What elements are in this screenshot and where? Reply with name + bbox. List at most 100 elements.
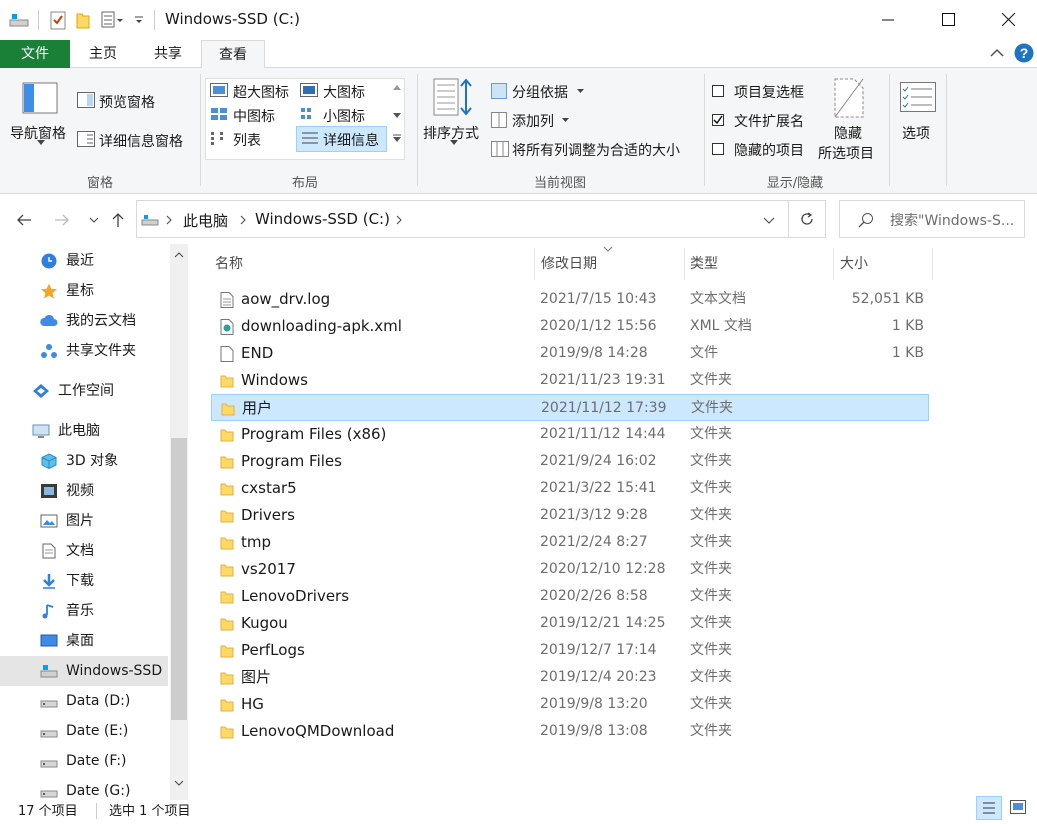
hidden-items-label[interactable]: 隐藏的项目: [734, 140, 804, 160]
details-pane-button[interactable]: 详细信息窗格: [99, 131, 183, 151]
quick-access-dropdown-icon[interactable]: [134, 15, 144, 25]
breadcrumb-drive[interactable]: Windows-SSD (C:): [255, 210, 390, 228]
table-row[interactable]: tmp 2021/2/24 8:27 文件夹: [211, 529, 929, 556]
nav-item-3d[interactable]: 3D 对象: [0, 446, 168, 476]
search-input[interactable]: 搜索"Windows-S...: [890, 210, 1014, 230]
navigation-pane-icon[interactable]: [22, 82, 58, 114]
layout-scroll-down-icon[interactable]: [393, 113, 401, 118]
item-checkboxes-label[interactable]: 项目复选框: [734, 82, 804, 102]
layout-more-icon[interactable]: [393, 134, 401, 142]
nav-item-data-d[interactable]: Data (D:): [0, 686, 168, 716]
table-row[interactable]: Windows 2021/11/23 19:31 文件夹: [211, 367, 929, 394]
layout-medium-icons[interactable]: 中图标: [233, 106, 275, 126]
tab-view[interactable]: 查看: [201, 40, 265, 69]
options-button[interactable]: 选项: [902, 123, 930, 143]
maximize-icon[interactable]: [942, 13, 955, 26]
nav-item-[interactable]: 工作空间: [0, 376, 168, 406]
file-extensions-label[interactable]: 文件扩展名: [734, 111, 804, 131]
large-icons-view-icon[interactable]: [1010, 800, 1026, 814]
collapse-ribbon-icon[interactable]: [990, 48, 1004, 58]
nav-item-[interactable]: 此电脑: [0, 416, 168, 446]
dropdown-arrow-icon[interactable]: [577, 89, 584, 93]
layout-list[interactable]: 列表: [233, 130, 261, 150]
layout-scroll-up-icon[interactable]: [393, 85, 401, 90]
scroll-down-icon[interactable]: [174, 780, 184, 786]
new-folder-icon[interactable]: [76, 11, 90, 29]
table-row[interactable]: PerfLogs 2019/12/7 17:14 文件夹: [211, 637, 929, 664]
column-header-name[interactable]: 名称: [215, 248, 243, 280]
refresh-icon[interactable]: [799, 211, 815, 227]
breadcrumb-this-pc[interactable]: 此电脑: [183, 210, 228, 231]
layout-large-icons[interactable]: 大图标: [323, 82, 365, 102]
tab-file[interactable]: 文件: [0, 40, 70, 68]
nav-item-[interactable]: 星标: [0, 276, 168, 306]
details-view-icon: [302, 132, 318, 144]
up-arrow-icon[interactable]: [111, 212, 125, 228]
nav-item-[interactable]: 下载: [0, 566, 168, 596]
nav-item-[interactable]: 桌面: [0, 626, 168, 656]
layout-extra-large-icons[interactable]: 超大图标: [233, 82, 289, 102]
group-by-button[interactable]: 分组依据: [512, 82, 568, 102]
table-row[interactable]: 图片 2019/12/4 20:23 文件夹: [211, 664, 929, 691]
recent-locations-icon[interactable]: [89, 217, 99, 223]
details-view-toggle[interactable]: [976, 796, 1002, 820]
help-icon[interactable]: ?: [1014, 43, 1034, 63]
table-row[interactable]: Kugou 2019/12/21 14:25 文件夹: [211, 610, 929, 637]
add-column-button[interactable]: 添加列: [512, 111, 554, 131]
table-row[interactable]: 用户 2021/11/12 17:39 文件夹: [211, 394, 929, 421]
hide-selected-button-line2[interactable]: 所选项目: [818, 143, 874, 163]
nav-item-[interactable]: 音乐: [0, 596, 168, 626]
nav-item-[interactable]: 共享文件夹: [0, 336, 168, 366]
item-checkboxes-checkbox[interactable]: [712, 85, 724, 97]
preview-pane-button[interactable]: 预览窗格: [99, 92, 155, 112]
nav-item-[interactable]: 文档: [0, 536, 168, 566]
table-row[interactable]: aow_drv.log 2021/7/15 10:43 文本文档 52,051 KB: [211, 286, 929, 313]
chevron-right-icon[interactable]: [396, 215, 402, 225]
address-bar[interactable]: 此电脑 Windows-SSD (C:): [136, 200, 826, 238]
hidden-items-checkbox[interactable]: [712, 143, 724, 155]
tab-home[interactable]: 主页: [72, 40, 134, 68]
chevron-right-icon[interactable]: [166, 215, 172, 225]
nav-item-[interactable]: 图片: [0, 506, 168, 536]
address-history-icon[interactable]: [763, 217, 775, 224]
layout-small-icons[interactable]: 小图标: [323, 106, 365, 126]
nav-item-[interactable]: 视频: [0, 476, 168, 506]
file-extensions-checkbox[interactable]: [712, 114, 724, 126]
table-row[interactable]: vs2017 2020/12/10 12:28 文件夹: [211, 556, 929, 583]
customize-toolbar-icon[interactable]: [101, 11, 125, 29]
table-row[interactable]: downloading-apk.xml 2020/1/12 15:56 XML 文档…: [211, 313, 929, 340]
fit-columns-button[interactable]: 将所有列调整为合适的大小: [512, 140, 680, 160]
search-box[interactable]: 搜索"Windows-S...: [839, 200, 1025, 238]
dropdown-arrow-icon[interactable]: [37, 140, 45, 145]
chevron-right-icon[interactable]: [240, 215, 246, 225]
table-row[interactable]: LenovoDrivers 2020/2/26 8:58 文件夹: [211, 583, 929, 610]
dropdown-arrow-icon[interactable]: [450, 140, 458, 145]
minimize-icon[interactable]: [882, 19, 894, 21]
properties-icon[interactable]: [50, 10, 66, 30]
forward-arrow-icon[interactable]: [54, 213, 70, 227]
table-row[interactable]: LenovoQMDownload 2019/9/8 13:08 文件夹: [211, 718, 929, 745]
tab-share[interactable]: 共享: [136, 40, 200, 68]
dropdown-arrow-icon[interactable]: [562, 118, 569, 122]
layout-details[interactable]: 详细信息: [323, 130, 379, 150]
column-header-type[interactable]: 类型: [690, 248, 718, 280]
scrollbar-thumb[interactable]: [171, 438, 187, 720]
table-row[interactable]: HG 2019/9/8 13:20 文件夹: [211, 691, 929, 718]
table-row[interactable]: cxstar5 2021/3/22 15:41 文件夹: [211, 475, 929, 502]
nav-item-windows-ssd[interactable]: Windows-SSD: [0, 656, 168, 686]
nav-item-[interactable]: 我的云文档: [0, 306, 168, 336]
table-row[interactable]: Drivers 2021/3/12 9:28 文件夹: [211, 502, 929, 529]
scroll-up-icon[interactable]: [174, 252, 184, 258]
table-row[interactable]: END 2019/9/8 14:28 文件 1 KB: [211, 340, 929, 367]
table-row[interactable]: Program Files 2021/9/24 16:02 文件夹: [211, 448, 929, 475]
table-row[interactable]: Program Files (x86) 2021/11/12 14:44 文件夹: [211, 421, 929, 448]
close-icon[interactable]: [1002, 13, 1015, 26]
back-arrow-icon[interactable]: [16, 213, 32, 227]
column-header-size[interactable]: 大小: [840, 248, 868, 280]
hide-selected-button-line1[interactable]: 隐藏: [834, 123, 862, 143]
column-header-date[interactable]: 修改日期: [541, 248, 597, 280]
nav-item-[interactable]: 最近: [0, 246, 168, 276]
nav-item-date-e[interactable]: Date (E:): [0, 716, 168, 746]
nav-scrollbar[interactable]: [170, 244, 188, 800]
nav-item-date-f[interactable]: Date (F:): [0, 746, 168, 776]
